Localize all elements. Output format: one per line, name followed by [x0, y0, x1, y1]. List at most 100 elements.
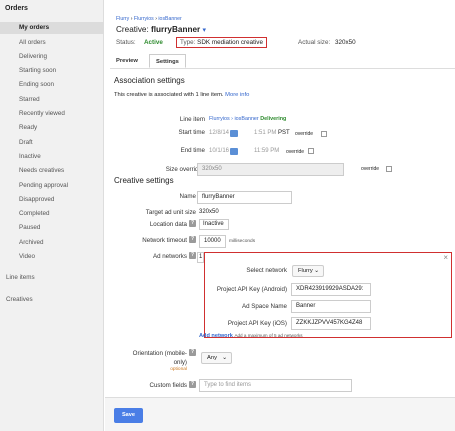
- timeout-unit: milliseconds: [229, 239, 256, 244]
- sidebar-item-recently-viewed[interactable]: Recently viewed: [0, 108, 104, 120]
- sidebar-item-creatives[interactable]: Creatives: [0, 294, 104, 306]
- api-key-ios-label: Project API Key (iOS): [227, 320, 287, 327]
- line-item-link[interactable]: Flurryios › iosBanner: [209, 116, 259, 122]
- tab-settings[interactable]: Settings: [149, 54, 186, 68]
- sidebar-item-ready[interactable]: Ready: [0, 122, 104, 134]
- custom-fields-input[interactable]: Type to find items: [199, 379, 352, 392]
- breadcrumb: Flurry › Flurryios › iosBanner: [116, 16, 182, 22]
- chevron-down-icon: ⌄: [314, 268, 319, 274]
- end-override-checkbox[interactable]: [308, 148, 314, 154]
- sidebar: Orders My orders All orders Delivering S…: [0, 0, 104, 431]
- type-value: SDK mediation creative: [197, 39, 263, 46]
- select-network-label: Select network: [246, 267, 287, 274]
- location-data-label: Location data: [149, 221, 187, 228]
- orientation-label-line2: only): [173, 359, 187, 366]
- sidebar-item-ending-soon[interactable]: Ending soon: [0, 79, 104, 91]
- select-network-dropdown[interactable]: Flurry ⌄: [292, 265, 324, 277]
- sidebar-item-line-items[interactable]: Line items: [0, 272, 104, 284]
- start-override-label: override: [295, 131, 314, 137]
- help-icon[interactable]: ?: [189, 381, 196, 388]
- api-key-ios-field[interactable]: ZZKKJZPVV457KG4Z48: [291, 317, 371, 330]
- page-title: Creative: flurryBanner ▾: [116, 25, 206, 34]
- main-panel: Flurry › Flurryios › iosBanner Creative:…: [105, 0, 455, 431]
- line-item-value: Flurryios › iosBanner Delivering: [209, 116, 286, 122]
- sidebar-item-my-orders[interactable]: My orders: [0, 22, 104, 34]
- close-icon[interactable]: ×: [443, 253, 448, 262]
- api-key-android-label: Project API Key (Android): [216, 286, 287, 293]
- start-time-value: 1:51 PM: [254, 130, 277, 136]
- size-overrides-field[interactable]: 320x50: [197, 163, 344, 176]
- sidebar-item-starting-soon[interactable]: Starting soon: [0, 65, 104, 77]
- association-text: This creative is associated with 1 line …: [114, 92, 249, 98]
- ad-space-name-field[interactable]: Banner: [291, 300, 371, 313]
- network-timeout-label: Network timeout: [142, 237, 187, 244]
- type-label: Type:: [180, 39, 196, 46]
- more-info-link[interactable]: More info: [225, 92, 249, 98]
- sidebar-item-paused[interactable]: Paused: [0, 222, 104, 234]
- size-override-checkbox[interactable]: [386, 166, 392, 172]
- help-icon[interactable]: ?: [189, 349, 196, 356]
- title-dropdown-icon[interactable]: ▾: [202, 27, 206, 34]
- association-heading: Association settings: [114, 76, 185, 85]
- ad-networks-count[interactable]: 1: [197, 252, 204, 263]
- actual-size-value: 320x50: [335, 39, 356, 46]
- name-label: Name: [179, 193, 196, 200]
- sidebar-item-draft[interactable]: Draft: [0, 137, 104, 149]
- target-ad-unit-size-value: 320x50: [199, 209, 219, 215]
- breadcrumb-iosbanner[interactable]: iosBanner: [158, 16, 181, 22]
- start-time-label: Start time: [178, 129, 205, 136]
- sidebar-item-delivering[interactable]: Delivering: [0, 51, 104, 63]
- ad-networks-label: Ad networks: [152, 253, 187, 260]
- target-ad-unit-size-label: Target ad unit size: [145, 209, 196, 216]
- size-overrides-label: Size overrides: [165, 166, 205, 173]
- start-override-checkbox[interactable]: [321, 131, 327, 137]
- sidebar-item-pending-approval[interactable]: Pending approval: [0, 180, 104, 192]
- help-icon[interactable]: ?: [189, 236, 196, 243]
- calendar-icon[interactable]: [230, 130, 238, 137]
- sidebar-item-disapproved[interactable]: Disapproved: [0, 194, 104, 206]
- sidebar-item-needs-creatives[interactable]: Needs creatives: [0, 165, 104, 177]
- add-network-note: Add a maximum of 5 ad networks: [234, 333, 303, 338]
- orientation-dropdown[interactable]: Any ⌄: [201, 352, 232, 364]
- name-field[interactable]: flurryBanner: [197, 191, 292, 204]
- sidebar-item-completed[interactable]: Completed: [0, 208, 104, 220]
- orientation-optional: optional: [170, 367, 187, 372]
- breadcrumb-flurryios[interactable]: Flurryios: [134, 16, 154, 22]
- end-date-value: 10/1/16: [209, 148, 230, 154]
- start-timezone: PST: [278, 130, 290, 136]
- calendar-icon[interactable]: [230, 148, 238, 155]
- creative-settings-heading: Creative settings: [114, 176, 174, 185]
- api-key-android-field[interactable]: XDR423919929ASDA29:: [291, 283, 371, 296]
- sidebar-item-all-orders[interactable]: All orders: [0, 37, 104, 49]
- ad-space-name-label: Ad Space Name: [241, 303, 287, 310]
- save-button[interactable]: Save: [114, 408, 143, 423]
- sidebar-item-inactive[interactable]: Inactive: [0, 151, 104, 163]
- sidebar-heading: Orders: [5, 5, 28, 12]
- location-data-toggle[interactable]: Inactive: [199, 219, 229, 230]
- help-icon[interactable]: ?: [189, 252, 196, 259]
- tab-preview[interactable]: Preview: [110, 54, 144, 68]
- select-network-value: Flurry: [298, 268, 313, 274]
- sidebar-item-archived[interactable]: Archived: [0, 237, 104, 249]
- size-override-label: override: [361, 166, 380, 172]
- line-item-label: Line item: [179, 116, 205, 123]
- actual-size-label: Actual size:: [298, 39, 331, 46]
- status-label: Status:: [116, 39, 136, 46]
- add-network-link[interactable]: Add network: [199, 333, 233, 339]
- help-icon[interactable]: ?: [189, 220, 196, 227]
- title-prefix: Creative:: [116, 25, 152, 34]
- network-timeout-field[interactable]: 10000: [199, 235, 226, 248]
- add-network-row: Add network Add a maximum of 5 ad networ…: [199, 333, 303, 339]
- breadcrumb-flurry[interactable]: Flurry: [116, 16, 129, 22]
- sidebar-item-starred[interactable]: Starred: [0, 94, 104, 106]
- end-time-value: 11:59 PM: [254, 148, 280, 154]
- line-item-status-badge: Delivering: [260, 116, 287, 122]
- footer-bar: [105, 397, 455, 431]
- status-badge: Active: [144, 39, 163, 46]
- end-time-label: End time: [180, 147, 205, 154]
- custom-fields-label: Custom fields: [149, 382, 187, 389]
- start-date-value: 12/8/14: [209, 130, 230, 136]
- sidebar-item-video[interactable]: Video: [0, 251, 104, 263]
- ad-network-popup: × Select network Flurry ⌄ Project API Ke…: [204, 252, 452, 338]
- end-override-label: override: [286, 149, 305, 155]
